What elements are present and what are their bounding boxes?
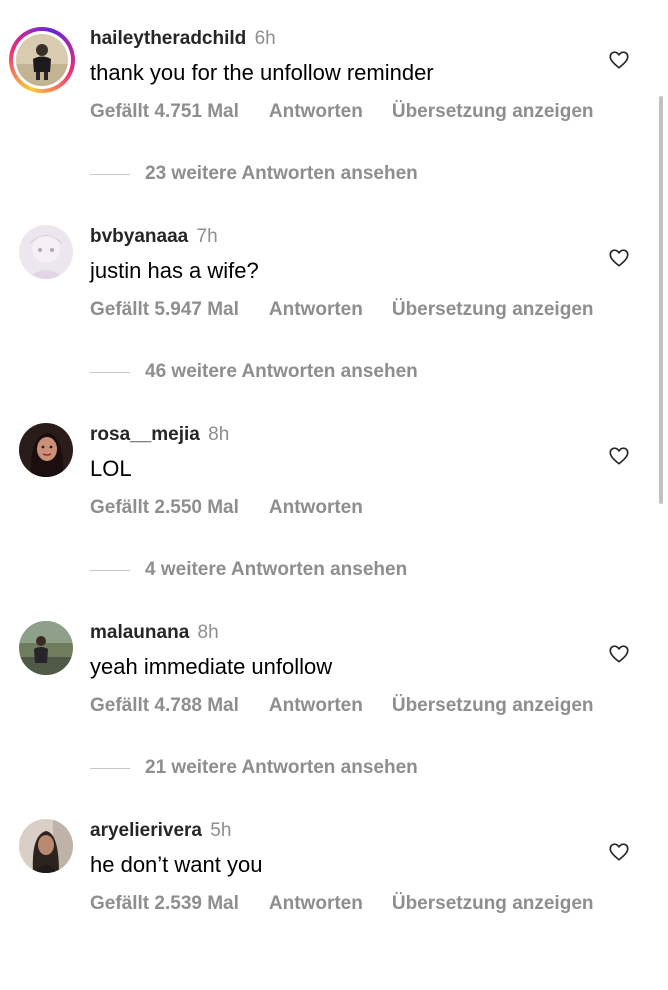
comment-header: malaunana 8h [90,622,219,644]
view-more-replies-label: 21 weitere Antworten ansehen [145,757,418,778]
avatar[interactable] [19,423,73,477]
reply-button[interactable]: Antworten [269,298,363,322]
username[interactable]: aryelierivera [90,820,202,841]
comment-list: haileytheradchild 6h thank you for the u… [0,0,668,934]
comment-header: bvbyanaaa 7h [90,226,218,248]
view-more-replies[interactable]: 23 weitere Antworten ansehen [90,162,418,186]
view-more-replies-label: 23 weitere Antworten ansehen [145,163,418,184]
heart-outline-icon[interactable] [608,49,630,71]
likes-count[interactable]: Gefällt 2.550 Mal [90,496,239,520]
heart-outline-icon[interactable] [608,841,630,863]
comment-header: rosa__mejia 8h [90,424,229,446]
avatar-image [19,819,73,873]
avatar-story-ring[interactable] [9,27,75,93]
view-more-replies[interactable]: 21 weitere Antworten ansehen [90,756,418,780]
avatar[interactable] [19,819,73,873]
username[interactable]: rosa__mejia [90,424,200,445]
comment-actions: Gefällt 4.751 Mal Antworten Übersetzung … [90,100,594,124]
avatar[interactable] [19,225,73,279]
scrollbar[interactable] [659,96,663,504]
view-more-replies[interactable]: 4 weitere Antworten ansehen [90,558,407,582]
likes-count[interactable]: Gefällt 4.751 Mal [90,100,239,124]
comment-actions: Gefällt 2.539 Mal Antworten Übersetzung … [90,892,594,916]
comment-header: aryelierivera 5h [90,820,231,842]
avatar-image [19,621,73,675]
reply-button[interactable]: Antworten [269,496,363,520]
comment-actions: Gefällt 5.947 Mal Antworten Übersetzung … [90,298,594,322]
comment-item: aryelierivera 5h he don’t want you Gefäl… [0,792,660,990]
comment-text: yeah immediate unfollow [90,654,333,679]
timestamp: 7h [196,226,218,247]
comment-header: haileytheradchild 6h [90,28,276,50]
avatar-image [19,225,73,279]
show-translation-button[interactable]: Übersetzung anzeigen [392,100,594,124]
show-translation-button[interactable]: Übersetzung anzeigen [392,892,594,916]
comment-actions: Gefällt 2.550 Mal Antworten [90,496,392,520]
comment-text: he don’t want you [90,852,263,877]
username[interactable]: bvbyanaaa [90,226,188,247]
reply-button[interactable]: Antworten [269,100,363,124]
timestamp: 5h [210,820,232,841]
timestamp: 8h [197,622,219,643]
comment-text: justin has a wife? [90,258,259,283]
comment-text: LOL [90,456,132,481]
show-translation-button[interactable]: Übersetzung anzeigen [392,694,594,718]
username[interactable]: malaunana [90,622,189,643]
timestamp: 8h [208,424,230,445]
likes-count[interactable]: Gefällt 4.788 Mal [90,694,239,718]
divider-line [90,767,130,769]
divider-line [90,371,130,373]
comment-item: bvbyanaaa 7h justin has a wife? Gefällt … [0,198,660,396]
view-more-replies-label: 46 weitere Antworten ansehen [145,361,418,382]
comment-actions: Gefällt 4.788 Mal Antworten Übersetzung … [90,694,594,718]
likes-count[interactable]: Gefällt 2.539 Mal [90,892,239,916]
divider-line [90,569,130,571]
comment-text: thank you for the unfollow reminder [90,60,434,85]
likes-count[interactable]: Gefällt 5.947 Mal [90,298,239,322]
view-more-replies-label: 4 weitere Antworten ansehen [145,559,408,580]
comment-item: haileytheradchild 6h thank you for the u… [0,0,660,198]
heart-outline-icon[interactable] [608,643,630,665]
show-translation-button[interactable]: Übersetzung anzeigen [392,298,594,322]
reply-button[interactable]: Antworten [269,694,363,718]
timestamp: 6h [254,28,276,49]
divider-line [90,173,130,175]
avatar-image [19,423,73,477]
avatar[interactable] [19,621,73,675]
reply-button[interactable]: Antworten [269,892,363,916]
comment-item: rosa__mejia 8h LOL Gefällt 2.550 Mal Ant… [0,396,660,594]
avatar [16,34,68,86]
username[interactable]: haileytheradchild [90,28,246,49]
heart-outline-icon[interactable] [608,445,630,467]
view-more-replies[interactable]: 46 weitere Antworten ansehen [90,360,418,384]
comment-item: malaunana 8h yeah immediate unfollow Gef… [0,594,660,792]
heart-outline-icon[interactable] [608,247,630,269]
